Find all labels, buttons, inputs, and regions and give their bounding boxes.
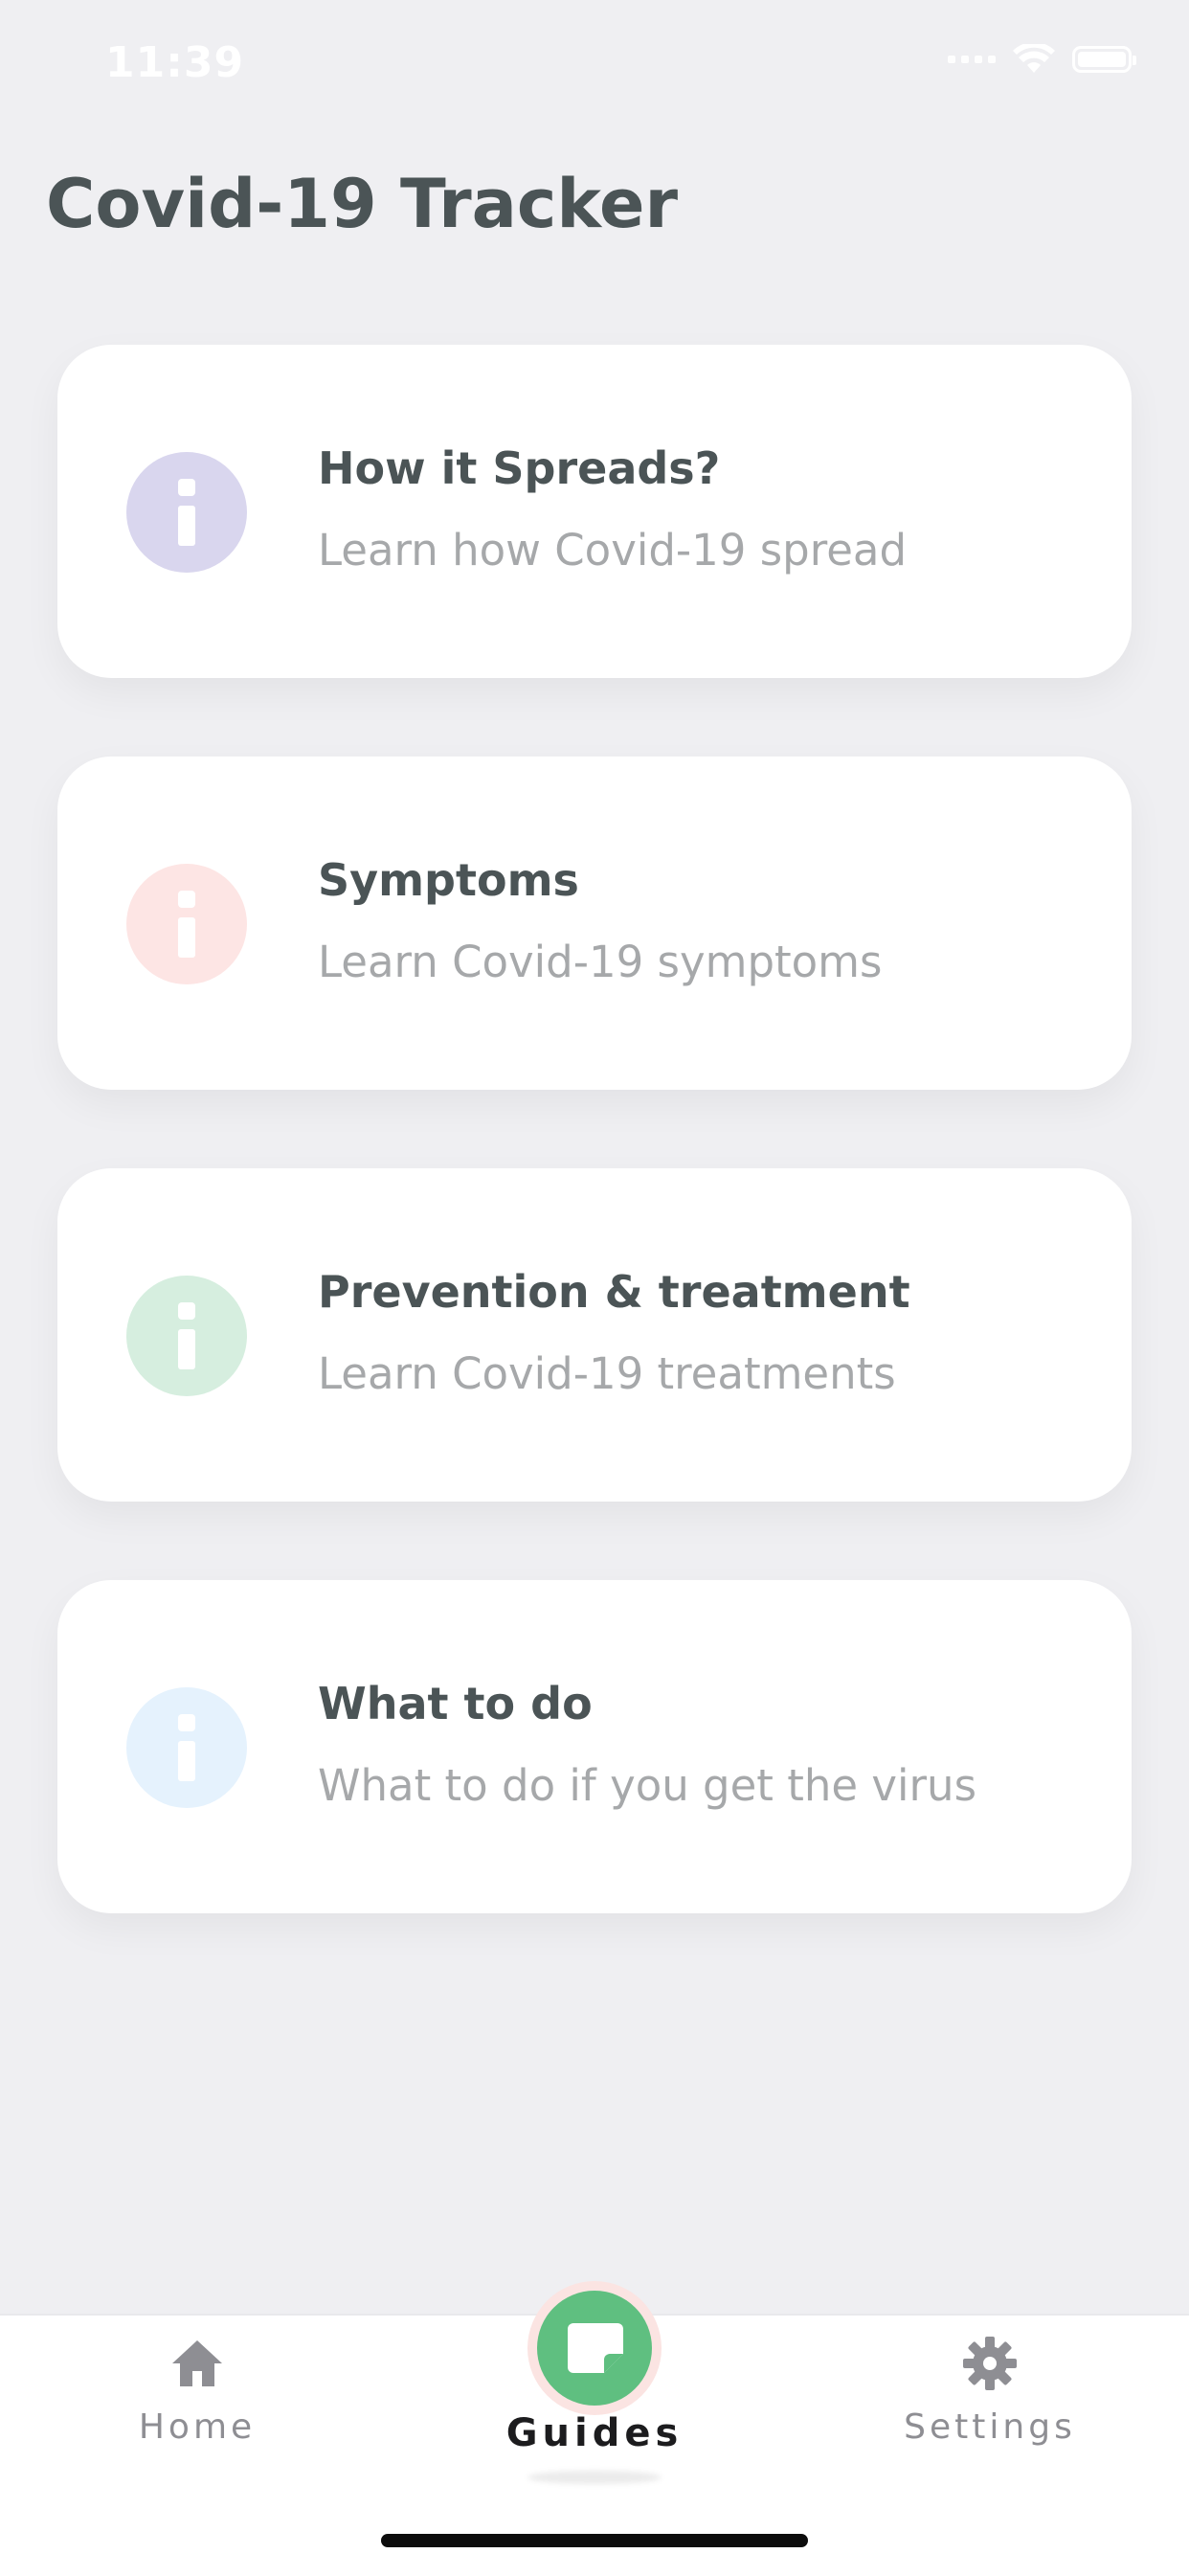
guide-card-subtitle: Learn Covid-19 symptoms (318, 937, 883, 987)
tab-label: Home (138, 2407, 257, 2447)
home-indicator[interactable] (381, 2534, 808, 2547)
info-icon (126, 1276, 247, 1396)
tab-label-active: Guides (505, 2411, 684, 2455)
guide-card-prevention[interactable]: Prevention & treatment Learn Covid-19 tr… (57, 1168, 1132, 1502)
tab-home[interactable]: Home (54, 2316, 341, 2507)
active-tab-shadow (527, 2471, 662, 2484)
status-time: 11:39 (105, 38, 245, 87)
guide-card-title: What to do (318, 1678, 593, 1729)
guides-active-bubble (527, 2281, 662, 2415)
info-icon (126, 864, 247, 984)
cellular-signal-icon (948, 56, 996, 63)
guide-card-title: Prevention & treatment (318, 1266, 910, 1318)
page-title: Covid-19 Tracker (46, 165, 679, 243)
status-icons (948, 44, 1136, 75)
tab-settings[interactable]: Settings (846, 2316, 1133, 2507)
guide-card-what-to-do[interactable]: What to do What to do if you get the vir… (57, 1580, 1132, 1913)
battery-icon (1072, 46, 1136, 73)
wifi-icon (1013, 44, 1055, 73)
guide-card-subtitle: Learn how Covid-19 spread (318, 525, 908, 576)
status-bar: 11:39 (0, 0, 1189, 134)
guide-card-subtitle: Learn Covid-19 treatments (318, 1348, 896, 1399)
guide-card-symptoms[interactable]: Symptoms Learn Covid-19 symptoms (57, 757, 1132, 1090)
guide-card-title: How it Spreads? (318, 442, 721, 494)
guide-card-how-it-spreads[interactable]: How it Spreads? Learn how Covid-19 sprea… (57, 345, 1132, 678)
tab-label: Settings (904, 2407, 1076, 2447)
gear-icon (963, 2337, 1017, 2390)
info-icon (126, 452, 247, 573)
home-icon (172, 2340, 222, 2386)
note-icon (568, 2323, 623, 2373)
tab-guides[interactable]: Guides (451, 2281, 738, 2507)
guide-card-title: Symptoms (318, 854, 579, 906)
guides-circle (537, 2291, 652, 2406)
guide-card-subtitle: What to do if you get the virus (318, 1760, 977, 1811)
info-icon (126, 1687, 247, 1808)
